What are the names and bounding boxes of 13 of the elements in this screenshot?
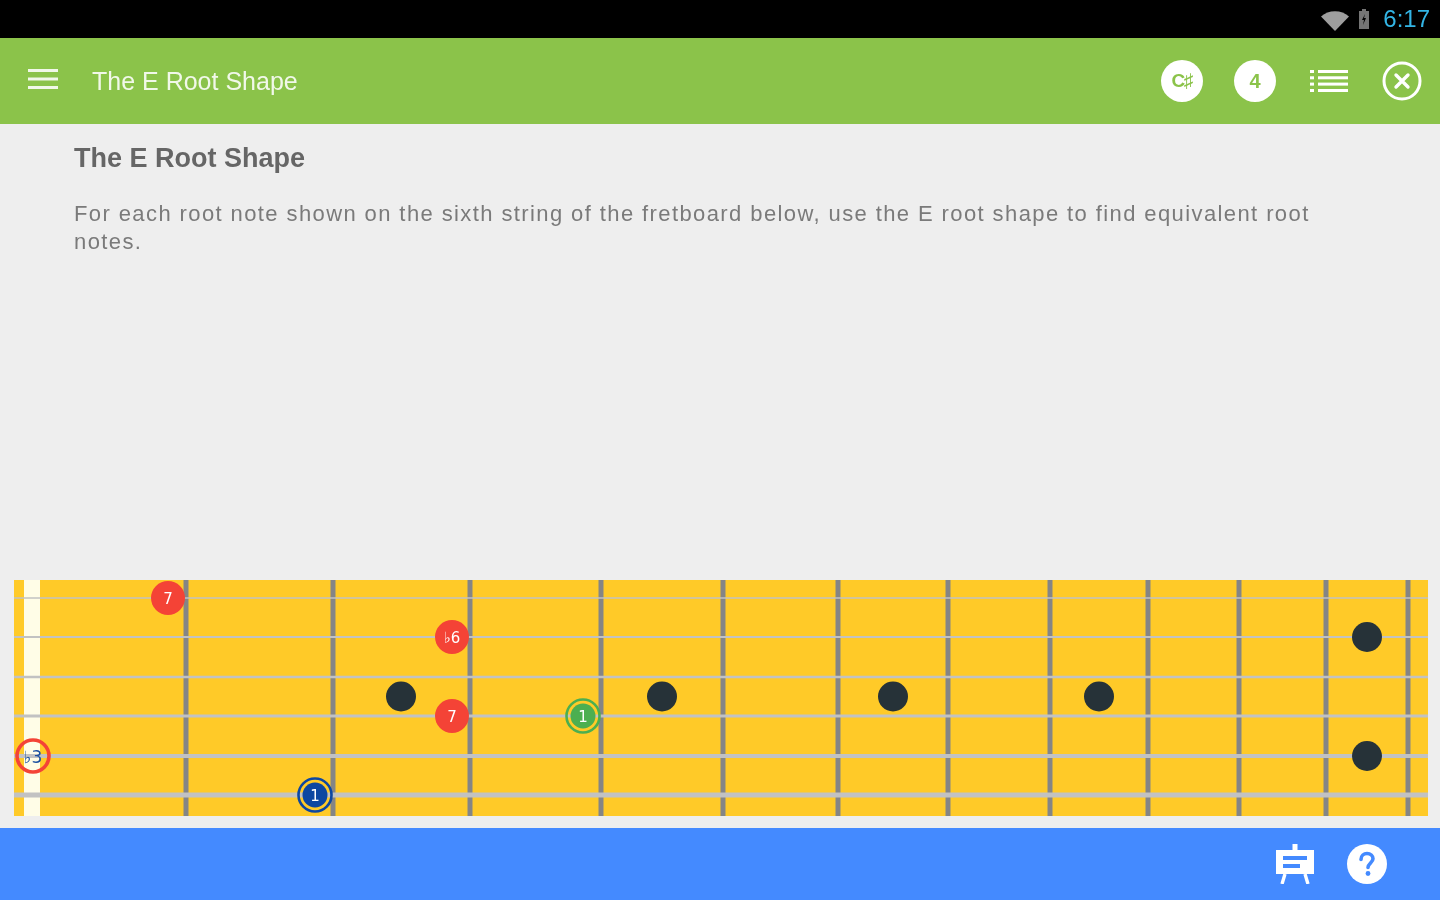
list-icon[interactable] (1310, 70, 1348, 92)
wifi-icon (1321, 9, 1350, 31)
easel-icon[interactable] (1274, 844, 1316, 884)
help-icon[interactable] (1346, 843, 1388, 885)
lesson-heading: The E Root Shape (74, 142, 307, 175)
key-button[interactable]: C♯ (1161, 60, 1203, 102)
close-icon[interactable] (1382, 61, 1422, 101)
clock: 6:17 (1383, 5, 1430, 33)
count-button[interactable]: 4 (1234, 60, 1276, 102)
battery-icon (1359, 9, 1370, 29)
menu-icon[interactable] (28, 69, 58, 89)
app-title: The E Root Shape (92, 66, 298, 96)
instructions-text: For each root note shown on the sixth string of the fretboard below, use the E root shape to find equivalent root notes. (74, 200, 1311, 256)
